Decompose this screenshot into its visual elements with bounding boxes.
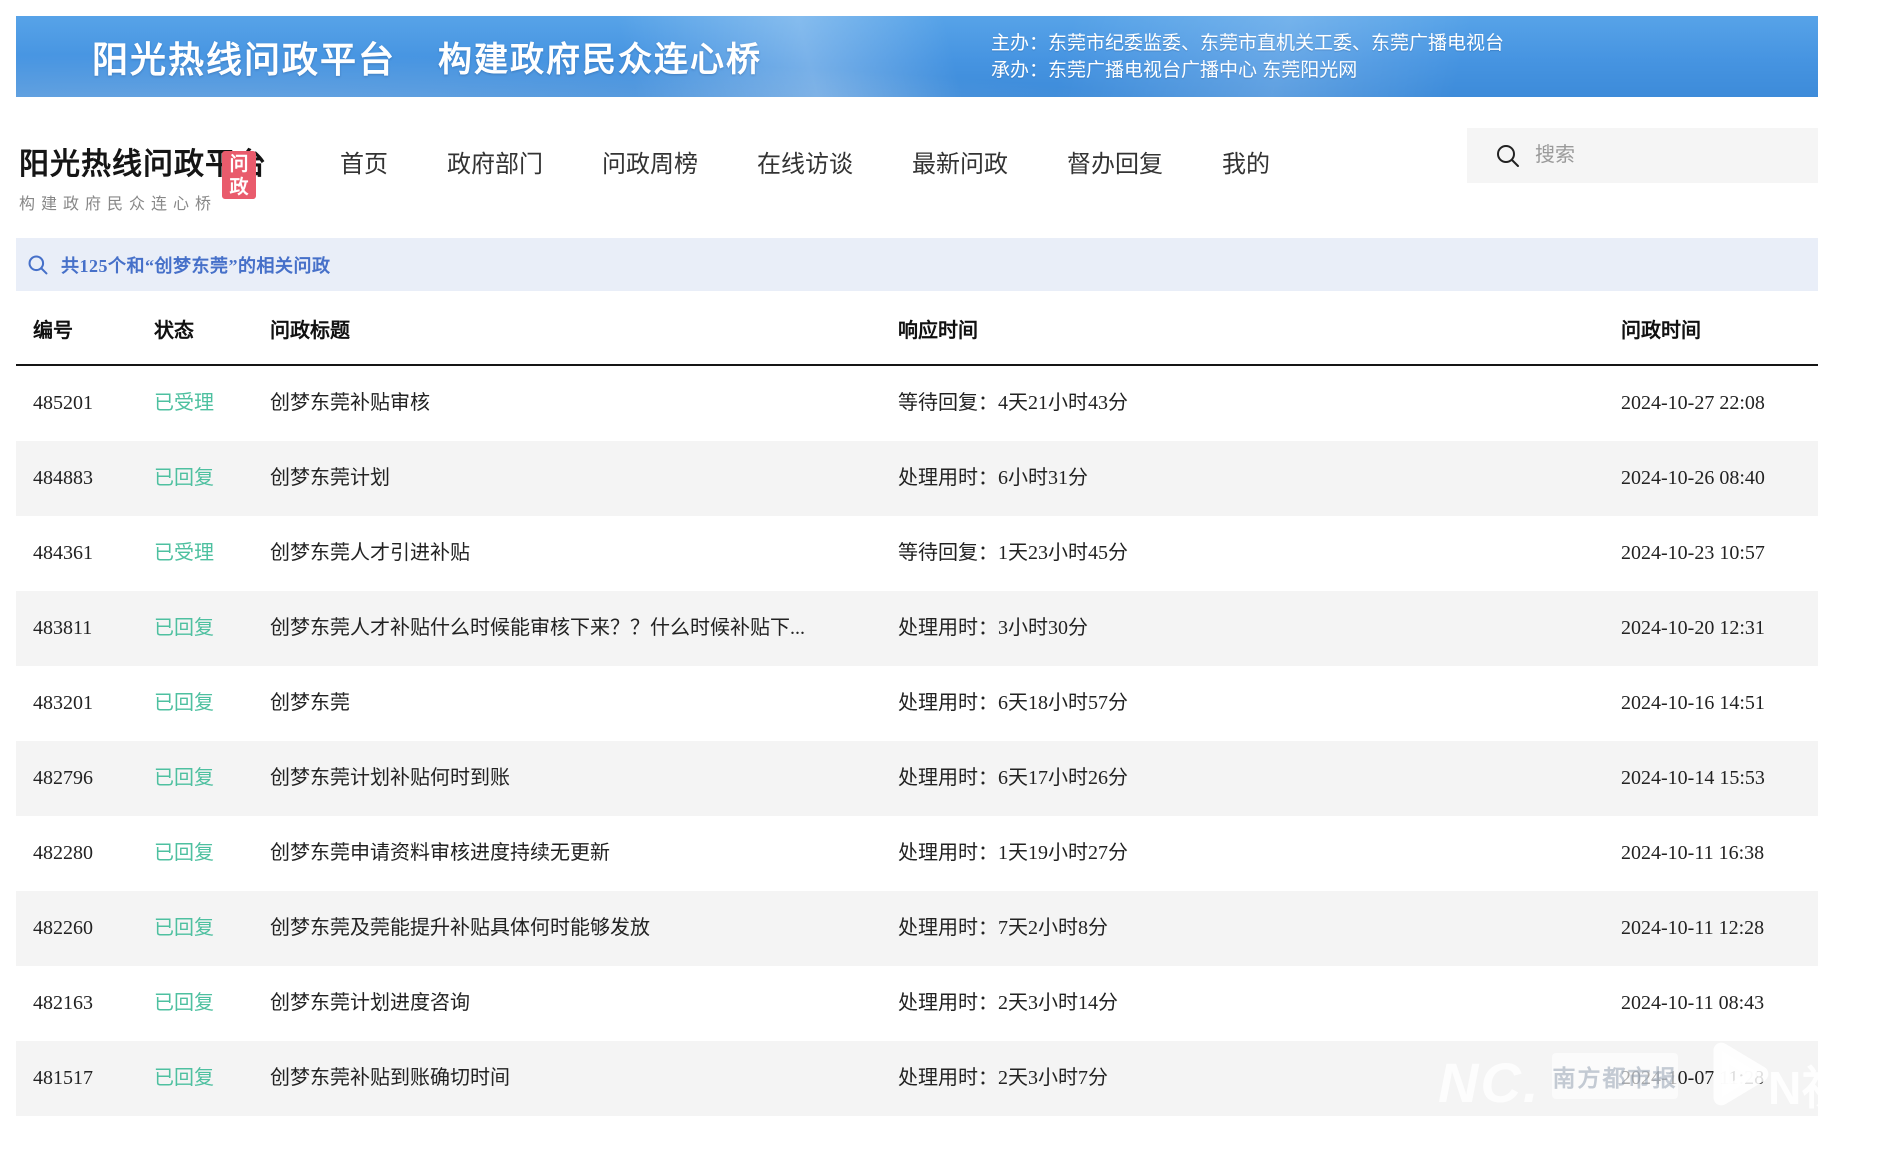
nav-item-online-interview[interactable]: 在线访谈 [757,144,853,179]
table-row[interactable]: 482163 已回复 创梦东莞计划进度咨询 处理用时：2天3小时14分 2024… [16,966,1818,1041]
nav-item-weekly-ranking[interactable]: 问政周榜 [602,144,698,179]
table-row[interactable]: 482260 已回复 创梦东莞及莞能提升补贴具体何时能够发放 处理用时：7天2小… [16,891,1818,966]
row-response-time: 处理用时：6天18小时57分 [898,666,1128,741]
table-row[interactable]: 483811 已回复 创梦东莞人才补贴什么时候能审核下来？？什么时候补贴下...… [16,591,1818,666]
row-status: 已回复 [154,441,214,516]
table-header: 编号 状态 问政标题 响应时间 问政时间 [16,300,1818,366]
table-row[interactable]: 483201 已回复 创梦东莞 处理用时：6天18小时57分 2024-10-1… [16,666,1818,741]
row-status: 已受理 [154,516,214,591]
row-status: 已回复 [154,891,214,966]
row-ask-time: 2024-10-14 15:53 [1621,741,1765,816]
row-response-time: 处理用时：3小时30分 [898,591,1088,666]
logo-badge: 问 政 [222,151,256,199]
column-header-status: 状态 [154,300,194,362]
row-response-time: 处理用时：2天3小时14分 [898,966,1118,1041]
row-title[interactable]: 创梦东莞计划补贴何时到账 [270,741,510,816]
row-id: 484361 [33,516,93,591]
row-title[interactable]: 创梦东莞 [270,666,350,741]
row-id: 483811 [33,591,92,666]
row-title[interactable]: 创梦东莞补贴审核 [270,366,430,441]
row-ask-time: 2024-10-11 08:43 [1621,966,1764,1041]
nav-item-home[interactable]: 首页 [340,144,388,179]
row-ask-time: 2024-10-20 12:31 [1621,591,1765,666]
table-body: 485201 已受理 创梦东莞补贴审核 等待回复：4天21小时43分 2024-… [16,366,1818,1116]
result-count-text: 共125个和“创梦东莞”的相关问政 [61,252,331,278]
row-ask-time: 2024-10-11 16:38 [1621,816,1764,891]
row-status: 已回复 [154,741,214,816]
row-id: 485201 [33,366,93,441]
row-title[interactable]: 创梦东莞计划进度咨询 [270,966,470,1041]
row-id: 484883 [33,441,93,516]
row-response-time: 处理用时：6小时31分 [898,441,1088,516]
column-header-title: 问政标题 [270,300,350,362]
row-id: 483201 [33,666,93,741]
search-input[interactable] [1535,144,1795,167]
top-banner: 阳光热线问政平台 构建政府民众连心桥 主办：东莞市纪委监委、东莞市直机关工委、东… [16,16,1818,97]
row-response-time: 等待回复：1天23小时45分 [898,516,1128,591]
nav-item-my[interactable]: 我的 [1222,144,1270,179]
row-ask-time: 2024-10-23 10:57 [1621,516,1765,591]
nav-item-supervised-replies[interactable]: 督办回复 [1067,144,1163,179]
row-title[interactable]: 创梦东莞计划 [270,441,390,516]
row-title[interactable]: 创梦东莞人才补贴什么时候能审核下来？？什么时候补贴下... [270,591,805,666]
banner-host-line: 主办：东莞市纪委监委、东莞市直机关工委、东莞广播电视台 [991,30,1504,57]
row-id: 482796 [33,741,93,816]
row-ask-time: 2024-10-26 08:40 [1621,441,1765,516]
result-bar: 共125个和“创梦东莞”的相关问政 [16,238,1818,291]
table-row[interactable]: 482796 已回复 创梦东莞计划补贴何时到账 处理用时：6天17小时26分 2… [16,741,1818,816]
column-header-time: 问政时间 [1621,300,1701,362]
inquiry-table: 编号 状态 问政标题 响应时间 问政时间 485201 已受理 创梦东莞补贴审核… [16,300,1818,1116]
row-status: 已回复 [154,966,214,1041]
row-response-time: 处理用时：1天19小时27分 [898,816,1128,891]
table-row[interactable]: 485201 已受理 创梦东莞补贴审核 等待回复：4天21小时43分 2024-… [16,366,1818,441]
row-status: 已回复 [154,1041,214,1116]
row-response-time: 处理用时：7天2小时8分 [898,891,1108,966]
result-search-icon [27,254,49,276]
search-icon[interactable] [1495,143,1521,169]
table-row[interactable]: 482280 已回复 创梦东莞申请资料审核进度持续无更新 处理用时：1天19小时… [16,816,1818,891]
row-ask-time: 2024-10-11 12:28 [1621,891,1764,966]
row-title[interactable]: 创梦东莞人才引进补贴 [270,516,470,591]
site-logo[interactable]: 阳光热线问政平台 构建政府民众连心桥 问 政 [19,139,267,214]
banner-slogan: 构建政府民众连心桥 [438,32,762,81]
banner-title: 阳光热线问政平台 [92,31,396,83]
main-nav: 首页 政府部门 问政周榜 在线访谈 最新问政 督办回复 我的 [340,144,1270,179]
row-id: 481517 [33,1041,93,1116]
row-title[interactable]: 创梦东莞及莞能提升补贴具体何时能够发放 [270,891,650,966]
row-id: 482163 [33,966,93,1041]
column-header-id: 编号 [33,300,73,362]
row-id: 482260 [33,891,93,966]
navbar: 阳光热线问政平台 构建政府民众连心桥 问 政 首页 政府部门 问政周榜 在线访谈… [16,97,1818,238]
row-response-time: 等待回复：4天21小时43分 [898,366,1128,441]
nav-item-departments[interactable]: 政府部门 [447,144,543,179]
row-title[interactable]: 创梦东莞申请资料审核进度持续无更新 [270,816,610,891]
row-status: 已回复 [154,591,214,666]
row-title[interactable]: 创梦东莞补贴到账确切时间 [270,1041,510,1116]
column-header-response: 响应时间 [898,300,978,362]
row-ask-time: 2024-10-07 11:28 [1621,1041,1764,1116]
row-id: 482280 [33,816,93,891]
row-status: 已回复 [154,666,214,741]
row-status: 已受理 [154,366,214,441]
row-response-time: 处理用时：6天17小时26分 [898,741,1128,816]
row-response-time: 处理用时：2天3小时7分 [898,1041,1108,1116]
search-box[interactable] [1467,128,1818,183]
nav-item-latest-inquiries[interactable]: 最新问政 [912,144,1008,179]
row-status: 已回复 [154,816,214,891]
table-row[interactable]: 481517 已回复 创梦东莞补贴到账确切时间 处理用时：2天3小时7分 202… [16,1041,1818,1116]
row-ask-time: 2024-10-27 22:08 [1621,366,1765,441]
table-row[interactable]: 484361 已受理 创梦东莞人才引进补贴 等待回复：1天23小时45分 202… [16,516,1818,591]
table-row[interactable]: 484883 已回复 创梦东莞计划 处理用时：6小时31分 2024-10-26… [16,441,1818,516]
row-ask-time: 2024-10-16 14:51 [1621,666,1765,741]
banner-organizer-line: 承办：东莞广播电视台广播中心 东莞阳光网 [991,57,1504,84]
